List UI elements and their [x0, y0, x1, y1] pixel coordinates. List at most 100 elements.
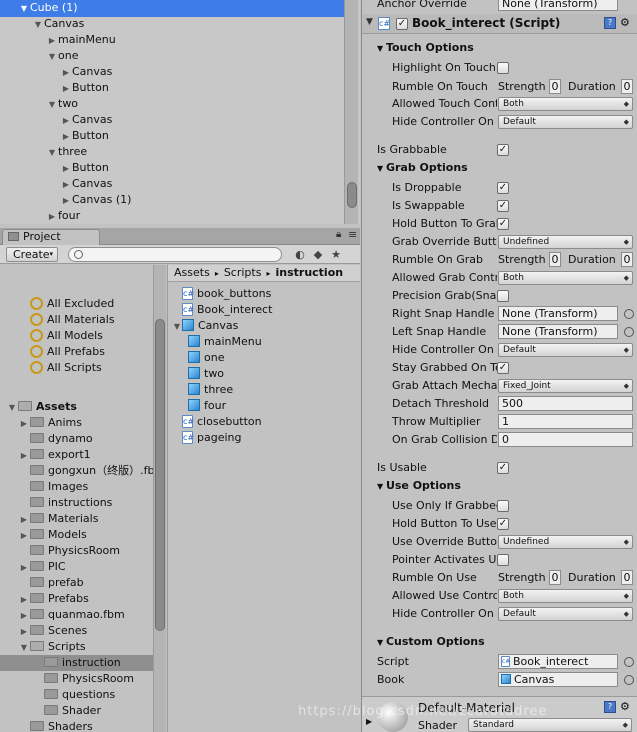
expand-arrow-icon[interactable]: ▶: [18, 416, 30, 432]
throw-multiplier-field[interactable]: 1: [498, 414, 633, 429]
panel-menu-icon[interactable]: ≡: [348, 228, 357, 241]
hierarchy-item[interactable]: ▼ one: [46, 48, 79, 65]
breadcrumb-item[interactable]: Scripts: [224, 266, 262, 279]
expand-arrow-icon[interactable]: ▶: [18, 528, 30, 544]
hierarchy-item[interactable]: ▶ four: [46, 208, 80, 224]
hold-button-to-use-checkbox[interactable]: ✓: [497, 518, 509, 530]
asset-folder-item[interactable]: ▶ Models: [18, 527, 87, 543]
right-snap-handle-field[interactable]: None (Transform): [498, 306, 618, 321]
expand-arrow-icon[interactable]: ▼: [6, 400, 18, 416]
hierarchy-item[interactable]: ▶ mainMenu: [46, 32, 116, 48]
highlight-on-touch-checkbox[interactable]: [497, 62, 509, 74]
collapse-arrow-icon[interactable]: ▼: [366, 17, 373, 27]
rumble-grab-duration-field[interactable]: 0: [621, 252, 633, 267]
rumble-use-duration-field[interactable]: 0: [621, 570, 633, 585]
hide-controller-on-touch-dropdown[interactable]: Default ◆: [498, 115, 633, 129]
folder-tree-scroll-thumb[interactable]: [155, 319, 165, 631]
object-picker-icon[interactable]: [624, 327, 634, 337]
asset-folder-item[interactable]: ▶ export1: [18, 447, 91, 463]
search-input[interactable]: [68, 247, 282, 262]
help-book-icon[interactable]: ?: [604, 701, 616, 713]
asset-folder-item[interactable]: instruction: [32, 655, 121, 671]
file-item[interactable]: one: [188, 350, 224, 366]
precision-grab-checkbox[interactable]: [497, 290, 509, 302]
hierarchy-item[interactable]: ▶ Button: [60, 80, 109, 96]
is-usable-checkbox[interactable]: ✓: [497, 462, 509, 474]
lock-icon[interactable]: 🔒︎: [336, 229, 341, 240]
asset-folder-item[interactable]: prefab: [18, 575, 84, 591]
assets-root[interactable]: ▼ Assets: [6, 399, 77, 415]
allowed-touch-controllers-dropdown[interactable]: Both ◆: [498, 97, 633, 111]
anchor-override-field[interactable]: None (Transform): [498, 0, 618, 11]
expand-arrow-icon[interactable]: ▶: [18, 624, 30, 640]
grab-attach-mechanic-dropdown[interactable]: Fixed_Joint ◆: [498, 379, 633, 393]
asset-folder-item[interactable]: ▶ Prefabs: [18, 591, 89, 607]
asset-folder-item[interactable]: Images: [18, 479, 88, 495]
hierarchy-item[interactable]: ▶ Button: [60, 128, 109, 144]
expand-arrow-icon[interactable]: ▼: [46, 145, 58, 161]
custom-options-header[interactable]: ▼ Custom Options: [377, 633, 485, 651]
help-book-icon[interactable]: ?: [604, 17, 616, 29]
gear-icon[interactable]: ⚙: [620, 700, 630, 713]
expand-arrow-icon[interactable]: ▼: [18, 1, 30, 17]
asset-folder-item[interactable]: ▶ Materials: [18, 511, 99, 527]
is-swappable-checkbox[interactable]: ✓: [497, 200, 509, 212]
rumble-use-strength-field[interactable]: 0: [549, 570, 561, 585]
asset-folder-item[interactable]: ▶ Scenes: [18, 623, 87, 639]
expand-arrow-icon[interactable]: ▼: [46, 97, 58, 113]
use-only-if-grabbed-checkbox[interactable]: [497, 500, 509, 512]
favorite-search-item[interactable]: All Models: [30, 328, 103, 344]
asset-folder-item[interactable]: Shader: [32, 703, 101, 719]
shader-dropdown[interactable]: Standard ◆: [468, 718, 632, 732]
allowed-grab-controllers-dropdown[interactable]: Both ◆: [498, 271, 633, 285]
expand-arrow-icon[interactable]: ▶: [46, 209, 58, 224]
rumble-grab-strength-field[interactable]: 0: [549, 252, 561, 267]
expand-arrow-icon[interactable]: ▶: [60, 161, 72, 177]
expand-arrow-icon[interactable]: ▼: [46, 49, 58, 65]
hierarchy-item[interactable]: ▶ Canvas: [60, 176, 112, 192]
expand-arrow-icon[interactable]: ▼: [32, 17, 44, 33]
stay-grabbed-on-teleport-checkbox[interactable]: ✓: [497, 362, 509, 374]
use-override-button-dropdown[interactable]: Undefined ◆: [498, 535, 633, 549]
file-item[interactable]: c# pageing: [172, 430, 241, 446]
file-item[interactable]: ▼ Canvas: [172, 318, 238, 334]
detach-threshold-field[interactable]: 500: [498, 396, 633, 411]
expand-arrow-icon[interactable]: ▶: [60, 65, 72, 81]
expand-arrow-icon[interactable]: ▶: [60, 113, 72, 129]
hierarchy-item-selected[interactable]: ▼ Cube (1): [18, 0, 78, 17]
file-item[interactable]: c# book_buttons: [172, 286, 271, 302]
asset-folder-item[interactable]: questions: [32, 687, 115, 703]
filter-by-type-icon[interactable]: ◐: [292, 247, 308, 262]
breadcrumb-item[interactable]: instruction: [275, 266, 343, 279]
hide-controller-on-grab-dropdown[interactable]: Default ◆: [498, 343, 633, 357]
is-grabbable-checkbox[interactable]: ✓: [497, 144, 509, 156]
file-item[interactable]: three: [188, 382, 233, 398]
hierarchy-scrollbar[interactable]: [344, 0, 358, 224]
object-picker-icon[interactable]: [624, 675, 634, 685]
expand-arrow-icon[interactable]: ▼: [172, 319, 182, 335]
left-snap-handle-field[interactable]: None (Transform): [498, 324, 618, 339]
folder-tree-scrollbar[interactable]: [153, 265, 166, 732]
use-options-header[interactable]: ▼ Use Options: [377, 477, 461, 495]
expand-arrow-icon[interactable]: ▶: [18, 592, 30, 608]
hierarchy-item[interactable]: ▶ Canvas: [60, 64, 112, 80]
filter-by-label-icon[interactable]: ◆: [310, 247, 326, 262]
hierarchy-item[interactable]: ▶ Button: [60, 160, 109, 176]
asset-folder-item[interactable]: PhysicsRoom: [18, 543, 120, 559]
asset-folder-item[interactable]: PhysicsRoom: [32, 671, 134, 687]
favorites-star-icon[interactable]: ★: [328, 247, 344, 262]
asset-folder-item[interactable]: ▶ Anims: [18, 415, 82, 431]
expand-arrow-icon[interactable]: ▶: [60, 193, 72, 209]
expand-arrow-icon[interactable]: ▶: [18, 560, 30, 576]
grab-options-header[interactable]: ▼ Grab Options: [377, 159, 468, 177]
breadcrumb-item[interactable]: Assets: [174, 266, 210, 279]
grab-override-button-dropdown[interactable]: Undefined ◆: [498, 235, 633, 249]
book-field[interactable]: Canvas: [498, 672, 618, 687]
pointer-activates-use-checkbox[interactable]: [497, 554, 509, 566]
asset-folder-item[interactable]: instructions: [18, 495, 112, 511]
hierarchy-item[interactable]: ▶ Canvas: [60, 112, 112, 128]
expand-arrow-icon[interactable]: ▶: [46, 33, 58, 49]
tab-project[interactable]: Project: [2, 229, 100, 245]
hierarchy-item[interactable]: ▶ Canvas (1): [60, 192, 132, 209]
component-enabled-checkbox[interactable]: ✓: [396, 18, 408, 30]
